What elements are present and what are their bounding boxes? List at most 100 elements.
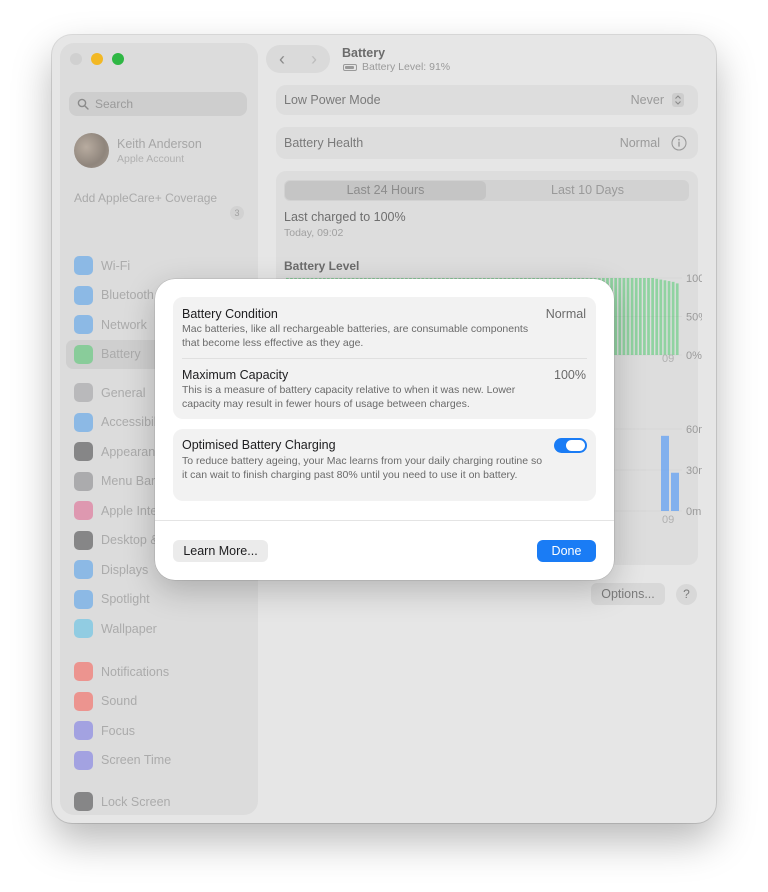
sidebar-item-wi-fi[interactable]: Wi-Fi <box>66 251 252 281</box>
wallpaper-icon <box>74 619 93 639</box>
x-tick-label: 09 <box>662 353 674 363</box>
sidebar-item-label: Bluetooth <box>101 288 154 303</box>
maximum-capacity-desc: This is a measure of battery capacity re… <box>182 384 516 410</box>
y-tick-label: 30m <box>686 465 702 477</box>
close-window-button[interactable] <box>70 53 82 65</box>
gear-icon <box>74 383 93 403</box>
applecare-label: Add AppleCare+ Coverage <box>74 191 218 205</box>
applecare-badge: 3 <box>230 206 244 220</box>
battery-level-bar <box>647 278 650 355</box>
battery-level-bar <box>655 278 659 355</box>
sidebar-item-screen-time[interactable]: Screen Time <box>66 746 252 776</box>
toggle-knob <box>566 440 585 451</box>
siri-icon <box>74 501 93 521</box>
forward-button[interactable]: › <box>311 50 317 68</box>
battery-condition-title: Battery Condition <box>182 307 278 321</box>
search-placeholder: Search <box>95 97 134 111</box>
sidebar-item-label: Notifications <box>101 664 170 679</box>
spotlight-icon <box>74 589 93 609</box>
learn-more-button[interactable]: Learn More... <box>173 540 268 562</box>
y-tick-label: 100% <box>686 273 702 285</box>
last-charged-label: Last charged to 100% <box>284 210 406 224</box>
battery-level-bar <box>671 281 675 355</box>
sound-icon <box>74 691 93 711</box>
tab-last-24-hours[interactable]: Last 24 Hours <box>285 181 486 200</box>
lock-icon <box>74 792 93 812</box>
sidebar-item-spotlight[interactable]: Spotlight <box>66 585 252 615</box>
battery-level-bar <box>614 278 618 355</box>
minimize-window-button[interactable] <box>91 53 103 65</box>
info-icon[interactable] <box>671 135 687 151</box>
sidebar-item-label: Menu Bar <box>101 474 156 489</box>
battery-level-bar <box>659 279 663 355</box>
avatar <box>74 133 109 168</box>
battery-health-label: Battery Health <box>284 136 364 150</box>
maximum-capacity-value: 100% <box>554 368 586 382</box>
wifi-icon <box>74 256 93 276</box>
battery-level-bar <box>643 278 646 355</box>
displays-icon <box>74 560 93 580</box>
sidebar-item-notifications[interactable]: Notifications <box>66 657 252 687</box>
sidebar-item-focus[interactable]: Focus <box>66 716 252 746</box>
screen-time-icon <box>74 750 93 770</box>
sidebar-item-wallpaper[interactable]: Wallpaper <box>66 614 252 644</box>
low-power-mode-value[interactable]: Never <box>631 93 664 107</box>
sidebar-item-lock-screen[interactable]: Lock Screen <box>66 787 252 815</box>
page-title: Battery <box>342 46 386 60</box>
account-item[interactable]: Keith Anderson Apple Account <box>74 133 202 168</box>
sidebar-item-label: Screen Time <box>101 753 172 768</box>
bluetooth-icon <box>74 285 93 305</box>
sidebar-item-label: Lock Screen <box>101 794 171 809</box>
optimised-charging-desc: To reduce battery ageing, your Mac learn… <box>182 455 543 481</box>
help-button[interactable]: ? <box>676 584 697 605</box>
account-subtitle: Apple Account <box>117 152 185 165</box>
navigation-buttons: ‹ › <box>266 45 330 73</box>
traffic-lights <box>70 53 124 65</box>
optimised-charging-toggle[interactable] <box>554 438 587 453</box>
done-button[interactable]: Done <box>537 540 596 562</box>
select-stepper-icon[interactable] <box>672 93 684 107</box>
battery-health-dialog: Battery Condition Normal Mac batteries, … <box>155 279 614 580</box>
sidebar-item-label: Wallpaper <box>101 621 157 636</box>
battery-level-bar <box>618 278 622 355</box>
low-power-mode-row: Low Power Mode Never <box>276 85 698 115</box>
options-button[interactable]: Options... <box>591 583 665 605</box>
battery-level-bar <box>675 283 679 355</box>
sidebar-item-sound[interactable]: Sound <box>66 687 252 717</box>
x-tick-label: 09 <box>662 514 674 526</box>
maximum-capacity-title: Maximum Capacity <box>182 368 289 382</box>
tab-last-10-days[interactable]: Last 10 Days <box>487 181 688 200</box>
battery-level-bar <box>638 278 642 355</box>
sidebar-item-label: Displays <box>101 562 149 577</box>
y-tick-label: 0% <box>686 350 702 362</box>
optimised-charging-card: Optimised Battery Charging To reduce bat… <box>173 429 596 501</box>
sidebar-item-label: Sound <box>101 694 138 709</box>
battery-level-icon <box>343 63 357 71</box>
maximize-window-button[interactable] <box>112 53 124 65</box>
search-input[interactable]: Search <box>69 92 247 116</box>
sidebar-item-label: Network <box>101 317 147 332</box>
battery-level-bar <box>634 278 638 355</box>
battery-level-bar <box>622 278 626 355</box>
dialog-divider <box>155 520 614 521</box>
low-power-mode-label: Low Power Mode <box>284 93 381 107</box>
page-subtitle: Battery Level: 91% <box>343 61 450 73</box>
battery-level-bar <box>651 278 654 355</box>
sidebar-group: Notifications Sound Focus Screen Time <box>66 657 252 775</box>
y-tick-label: 60m <box>686 424 702 436</box>
notifications-icon <box>74 662 93 682</box>
sidebar-item-label: Spotlight <box>101 592 150 607</box>
sidebar-item-label: Wi-Fi <box>101 258 131 273</box>
accessibility-icon <box>74 412 93 432</box>
sidebar-item-label: Battery <box>101 347 141 362</box>
back-button[interactable]: ‹ <box>279 50 285 68</box>
applecare-item[interactable]: Add AppleCare+ Coverage 3 <box>74 191 244 220</box>
focus-icon <box>74 721 93 741</box>
battery-level-chart-title: Battery Level <box>284 259 360 273</box>
battery-level-text: Battery Level: 91% <box>362 61 451 73</box>
account-name: Keith Anderson <box>117 136 202 151</box>
battery-info-card: Battery Condition Normal Mac batteries, … <box>173 297 596 419</box>
desktop-dock-icon <box>74 530 93 550</box>
sidebar-item-label: General <box>101 385 146 400</box>
screen-usage-bar <box>661 435 669 511</box>
